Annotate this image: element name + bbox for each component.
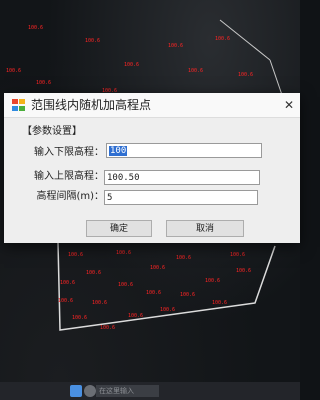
elevation-point: 100.6 bbox=[85, 38, 101, 44]
elevation-point: 100.6 bbox=[215, 36, 231, 42]
elevation-point: 100.6 bbox=[86, 270, 102, 276]
elevation-point: 100.6 bbox=[60, 280, 76, 286]
elevation-point: 100.6 bbox=[36, 80, 52, 86]
dialog-titlebar[interactable]: 范围线内随机加高程点 ✕ bbox=[4, 93, 300, 118]
elevation-point: 100.6 bbox=[238, 72, 254, 78]
windows-start-icon[interactable] bbox=[70, 385, 82, 397]
taskbar-search-box[interactable]: 在这里输入 bbox=[96, 385, 159, 397]
elevation-point: 100.6 bbox=[58, 298, 74, 304]
elevation-point: 100.6 bbox=[116, 250, 132, 256]
elevation-point: 100.6 bbox=[100, 325, 116, 331]
search-icon[interactable] bbox=[84, 385, 96, 397]
elevation-point: 100.6 bbox=[28, 25, 44, 31]
elevation-point: 100.6 bbox=[146, 290, 162, 296]
random-elevation-dialog: 范围线内随机加高程点 ✕ 【参数设置】 输入下限高程： 100 输入上限高程： … bbox=[4, 93, 300, 243]
cancel-button[interactable]: 取消 bbox=[166, 220, 244, 237]
close-icon[interactable]: ✕ bbox=[284, 97, 294, 113]
parameter-group-title: 【参数设置】 bbox=[22, 126, 82, 137]
elevation-point: 100.6 bbox=[6, 68, 22, 74]
elevation-point: 100.6 bbox=[168, 43, 184, 49]
elevation-point: 100.6 bbox=[180, 292, 196, 298]
elevation-point: 100.6 bbox=[128, 313, 144, 319]
elevation-point: 100.6 bbox=[160, 307, 176, 313]
upper-elevation-label: 输入上限高程： bbox=[34, 171, 104, 182]
lower-elevation-label: 输入下限高程： bbox=[34, 147, 104, 158]
elevation-point: 100.6 bbox=[92, 300, 108, 306]
elevation-point: 100.6 bbox=[188, 68, 204, 74]
elevation-point: 100.6 bbox=[176, 255, 192, 261]
elevation-point: 100.6 bbox=[124, 62, 140, 68]
elevation-point: 100.6 bbox=[150, 265, 166, 271]
elevation-interval-input[interactable]: 5 bbox=[104, 190, 258, 205]
elevation-point: 100.6 bbox=[118, 282, 134, 288]
upper-elevation-input[interactable]: 100.50 bbox=[104, 170, 260, 185]
selected-text: 100 bbox=[109, 146, 128, 156]
elevation-interval-label: 高程间隔(m)： bbox=[36, 191, 104, 202]
app-icon bbox=[12, 99, 25, 111]
elevation-point: 100.6 bbox=[236, 268, 252, 274]
elevation-point: 100.6 bbox=[230, 252, 246, 258]
elevation-point: 100.6 bbox=[72, 315, 88, 321]
elevation-point: 100.6 bbox=[212, 300, 228, 306]
elevation-point: 100.6 bbox=[205, 278, 221, 284]
elevation-point: 100.6 bbox=[68, 252, 84, 258]
ok-button[interactable]: 确定 bbox=[86, 220, 152, 237]
lower-elevation-input[interactable]: 100 bbox=[106, 143, 262, 158]
windows-taskbar: 在这里输入 bbox=[0, 382, 300, 400]
dialog-title: 范围线内随机加高程点 bbox=[31, 98, 152, 112]
